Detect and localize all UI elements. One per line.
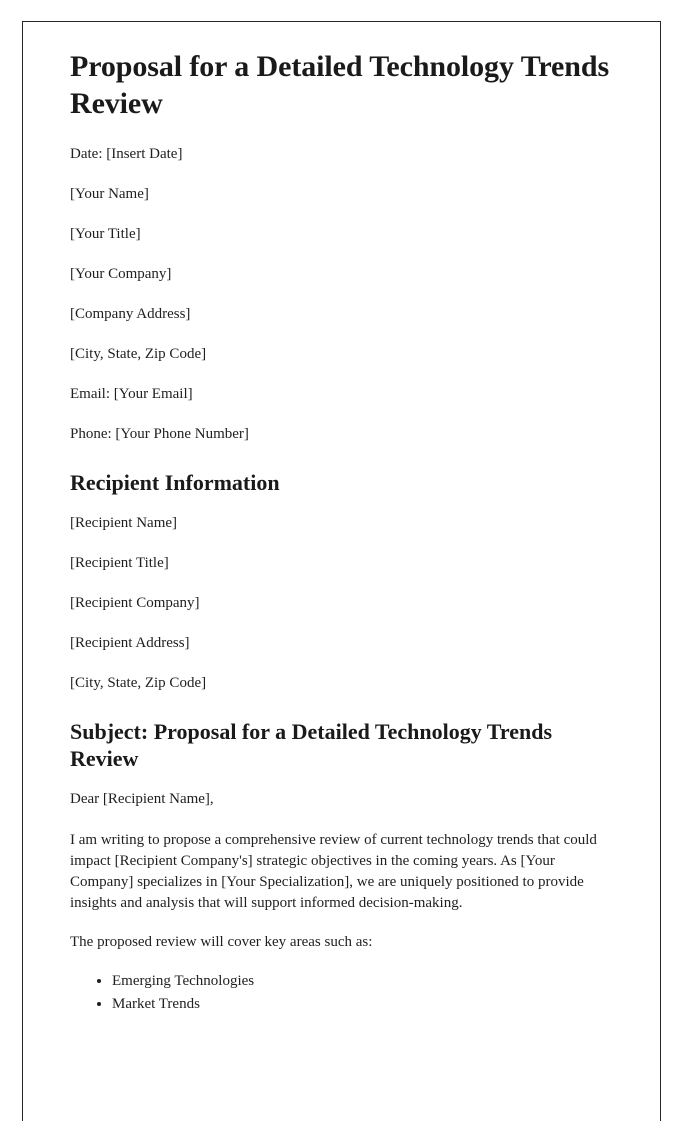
body-paragraph-1: I am writing to propose a comprehensive … — [70, 831, 597, 911]
recipient-address: [Recipient Address] — [70, 634, 190, 651]
salutation: Dear [Recipient Name], — [70, 790, 214, 807]
sender-phone-line: Phone: [Your Phone Number] — [70, 426, 249, 443]
sender-city-state-zip: [City, State, Zip Code] — [70, 346, 207, 363]
recipient-company: [Recipient Company] — [70, 594, 200, 611]
document-page: Proposal for a Detailed Technology Trend… — [22, 21, 661, 1121]
sender-company: [Your Company] — [70, 266, 172, 283]
list-item: Emerging Technologies — [112, 971, 612, 992]
document-body: Proposal for a Detailed Technology Trend… — [23, 22, 660, 1015]
key-areas-list: Emerging Technologies Market Trends — [70, 971, 612, 1015]
page-title: Proposal for a Detailed Technology Trend… — [70, 50, 610, 121]
sender-title: [Your Title] — [70, 226, 141, 243]
sender-address: [Company Address] — [70, 306, 191, 323]
sender-date-line: Date: [Insert Date] — [70, 146, 183, 163]
list-item: Market Trends — [112, 994, 612, 1015]
recipient-title: [Recipient Title] — [70, 554, 169, 571]
subject-heading: Subject: Proposal for a Detailed Technol… — [70, 718, 553, 772]
body-paragraph-2: The proposed review will cover key areas… — [70, 933, 373, 950]
sender-email-line: Email: [Your Email] — [70, 386, 193, 403]
sender-name: [Your Name] — [70, 186, 149, 203]
recipient-information-heading: Recipient Information — [70, 470, 280, 496]
recipient-city-state-zip: [City, State, Zip Code] — [70, 674, 207, 691]
recipient-name: [Recipient Name] — [70, 514, 178, 531]
